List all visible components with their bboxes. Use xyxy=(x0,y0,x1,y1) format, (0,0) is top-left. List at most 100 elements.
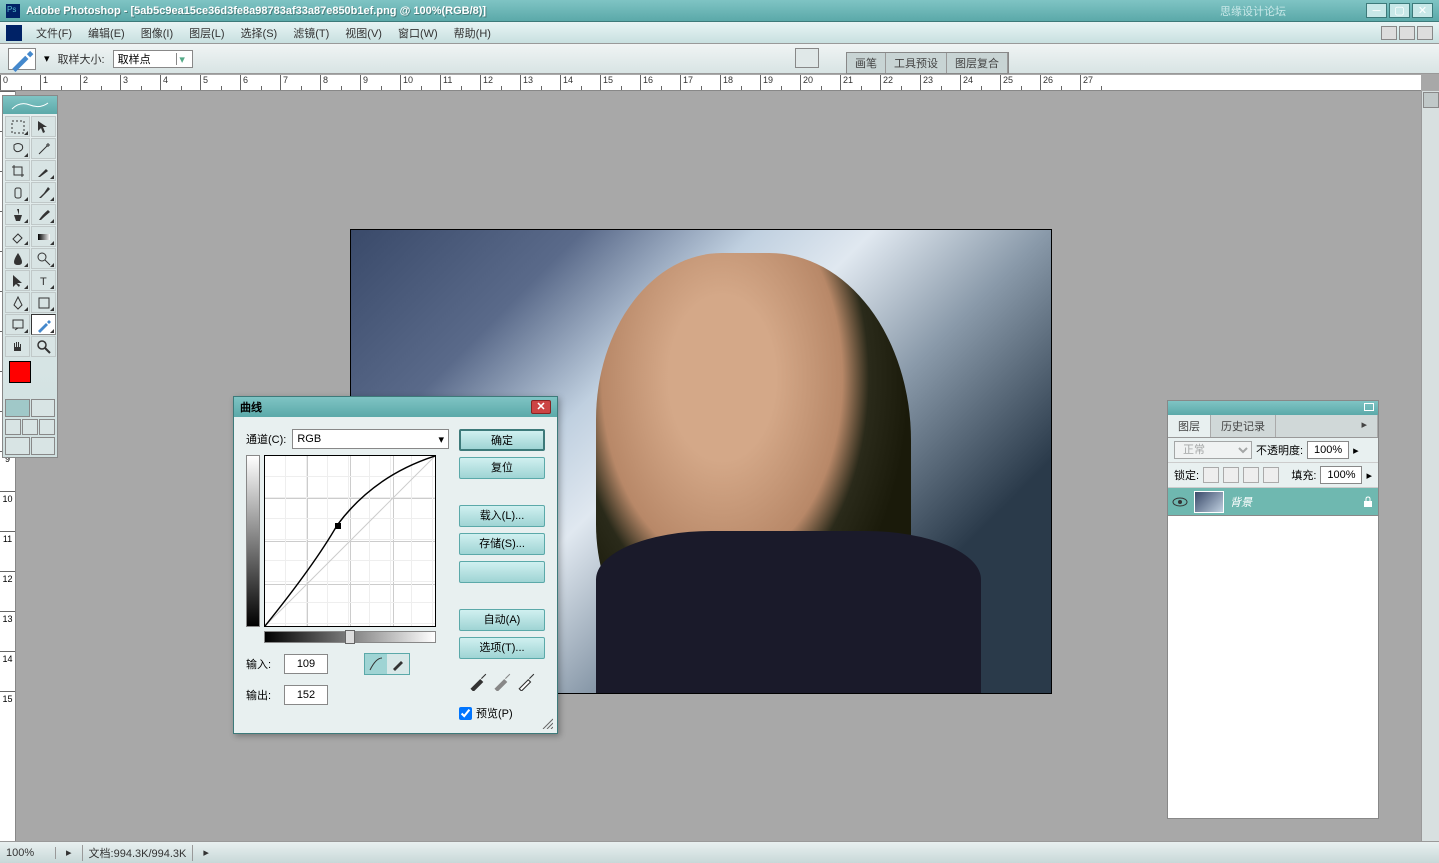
gradient-tool[interactable] xyxy=(31,226,56,247)
panel-minimize-icon[interactable] xyxy=(1364,403,1374,411)
lock-position-button[interactable] xyxy=(1243,467,1259,483)
gradient-handle[interactable] xyxy=(345,630,355,644)
curve-point[interactable] xyxy=(335,523,341,529)
standard-mode-button[interactable] xyxy=(5,399,30,417)
type-tool[interactable]: T xyxy=(31,270,56,291)
jump-to-imageready-button[interactable] xyxy=(5,437,30,455)
menu-filter[interactable]: 滤镜(T) xyxy=(285,22,337,44)
preview-checkbox[interactable] xyxy=(459,707,472,720)
close-button[interactable]: ✕ xyxy=(1412,3,1433,18)
screen-standard-button[interactable] xyxy=(5,419,21,435)
layer-row[interactable]: 背景 xyxy=(1168,488,1378,516)
menu-layer[interactable]: 图层(L) xyxy=(181,22,232,44)
zoom-tool[interactable] xyxy=(31,336,56,357)
healing-brush-tool[interactable] xyxy=(5,182,30,203)
scrollbar-vertical[interactable] xyxy=(1421,91,1439,841)
auto-button[interactable]: 自动(A) xyxy=(459,609,545,631)
layer-thumbnail[interactable] xyxy=(1194,491,1224,513)
resize-grip-icon[interactable] xyxy=(541,717,553,729)
ok-button[interactable]: 确定 xyxy=(459,429,545,451)
blur-tool[interactable] xyxy=(5,248,30,269)
tab-layers[interactable]: 图层 xyxy=(1168,415,1211,437)
doc-restore-button[interactable] xyxy=(1399,26,1415,40)
dropdown-caret-icon[interactable]: ▾ xyxy=(44,52,50,65)
eyedropper-tool[interactable] xyxy=(31,314,56,335)
ruler-horizontal[interactable]: 0123456789101112131415161718192021222324… xyxy=(0,75,1421,91)
dodge-tool[interactable] xyxy=(31,248,56,269)
smooth-button[interactable] xyxy=(459,561,545,583)
panel-header[interactable] xyxy=(1168,401,1378,415)
tool-preset-picker[interactable] xyxy=(8,48,36,70)
status-arrow-icon[interactable]: ▸ xyxy=(203,846,209,859)
move-tool[interactable] xyxy=(31,116,56,137)
menu-file[interactable]: 文件(F) xyxy=(28,22,80,44)
lock-pixels-button[interactable] xyxy=(1223,467,1239,483)
options-button[interactable]: 选项(T)... xyxy=(459,637,545,659)
clone-stamp-tool[interactable] xyxy=(5,204,30,225)
jump-to-button[interactable] xyxy=(31,437,56,455)
doc-close-button[interactable] xyxy=(1417,26,1433,40)
foreground-color-swatch[interactable] xyxy=(9,361,31,383)
blend-mode-select[interactable]: 正常 xyxy=(1174,441,1252,459)
fill-input[interactable] xyxy=(1320,466,1362,484)
menu-select[interactable]: 选择(S) xyxy=(233,22,286,44)
zoom-level[interactable]: 100% xyxy=(6,847,56,859)
eyedropper-black-icon[interactable] xyxy=(469,673,487,691)
hand-tool[interactable] xyxy=(5,336,30,357)
menu-view[interactable]: 视图(V) xyxy=(337,22,390,44)
lock-all-button[interactable] xyxy=(1263,467,1279,483)
pencil-mode-button[interactable] xyxy=(387,654,409,674)
input-value-field[interactable] xyxy=(284,654,328,674)
notes-tool[interactable] xyxy=(5,314,30,335)
doc-minimize-button[interactable] xyxy=(1381,26,1397,40)
tab-layer-comps[interactable]: 图层复合 xyxy=(947,53,1008,73)
dialog-titlebar[interactable]: 曲线 ✕ xyxy=(234,397,557,417)
screen-full-button[interactable] xyxy=(39,419,55,435)
dialog-close-button[interactable]: ✕ xyxy=(531,400,551,414)
screen-full-menu-button[interactable] xyxy=(22,419,38,435)
path-select-tool[interactable] xyxy=(5,270,30,291)
palette-well-icon[interactable] xyxy=(795,48,819,68)
opacity-arrow-icon[interactable]: ▸ xyxy=(1353,444,1359,457)
color-swatches[interactable] xyxy=(5,361,55,393)
menu-image[interactable]: 图像(I) xyxy=(133,22,181,44)
magic-wand-tool[interactable] xyxy=(31,138,56,159)
status-arrow-icon[interactable]: ▸ xyxy=(66,846,72,859)
layers-list[interactable]: 背景 xyxy=(1168,488,1378,818)
layer-name[interactable]: 背景 xyxy=(1230,494,1356,510)
curve-mode-button[interactable] xyxy=(365,654,387,674)
sample-size-select[interactable]: 取样点 ▾ xyxy=(113,50,193,68)
scroll-up-icon[interactable] xyxy=(1423,92,1439,108)
minimize-button[interactable]: ─ xyxy=(1366,3,1387,18)
lock-transparent-button[interactable] xyxy=(1203,467,1219,483)
shape-tool[interactable] xyxy=(31,292,56,313)
history-brush-tool[interactable] xyxy=(31,204,56,225)
lasso-tool[interactable] xyxy=(5,138,30,159)
toolbox-header[interactable] xyxy=(3,96,57,114)
eraser-tool[interactable] xyxy=(5,226,30,247)
pen-tool[interactable] xyxy=(5,292,30,313)
input-gradient[interactable] xyxy=(264,631,436,643)
quickmask-mode-button[interactable] xyxy=(31,399,56,417)
load-button[interactable]: 载入(L)... xyxy=(459,505,545,527)
visibility-eye-icon[interactable] xyxy=(1172,494,1188,510)
document-info[interactable]: 文档:994.3K/994.3K xyxy=(82,845,194,861)
cancel-button[interactable]: 复位 xyxy=(459,457,545,479)
menu-edit[interactable]: 编辑(E) xyxy=(80,22,133,44)
eyedropper-white-icon[interactable] xyxy=(517,673,535,691)
eyedropper-gray-icon[interactable] xyxy=(493,673,511,691)
output-value-field[interactable] xyxy=(284,685,328,705)
tab-brushes[interactable]: 画笔 xyxy=(847,53,886,73)
marquee-tool[interactable] xyxy=(5,116,30,137)
opacity-input[interactable] xyxy=(1307,441,1349,459)
menu-help[interactable]: 帮助(H) xyxy=(446,22,499,44)
tab-history[interactable]: 历史记录 xyxy=(1211,415,1276,437)
save-button[interactable]: 存储(S)... xyxy=(459,533,545,555)
curve-graph[interactable] xyxy=(264,455,436,627)
slice-tool[interactable] xyxy=(31,160,56,181)
brush-tool[interactable] xyxy=(31,182,56,203)
channel-select[interactable]: RGB ▾ xyxy=(292,429,449,449)
maximize-button[interactable]: ▢ xyxy=(1389,3,1410,18)
crop-tool[interactable] xyxy=(5,160,30,181)
fill-arrow-icon[interactable]: ▸ xyxy=(1366,469,1372,482)
